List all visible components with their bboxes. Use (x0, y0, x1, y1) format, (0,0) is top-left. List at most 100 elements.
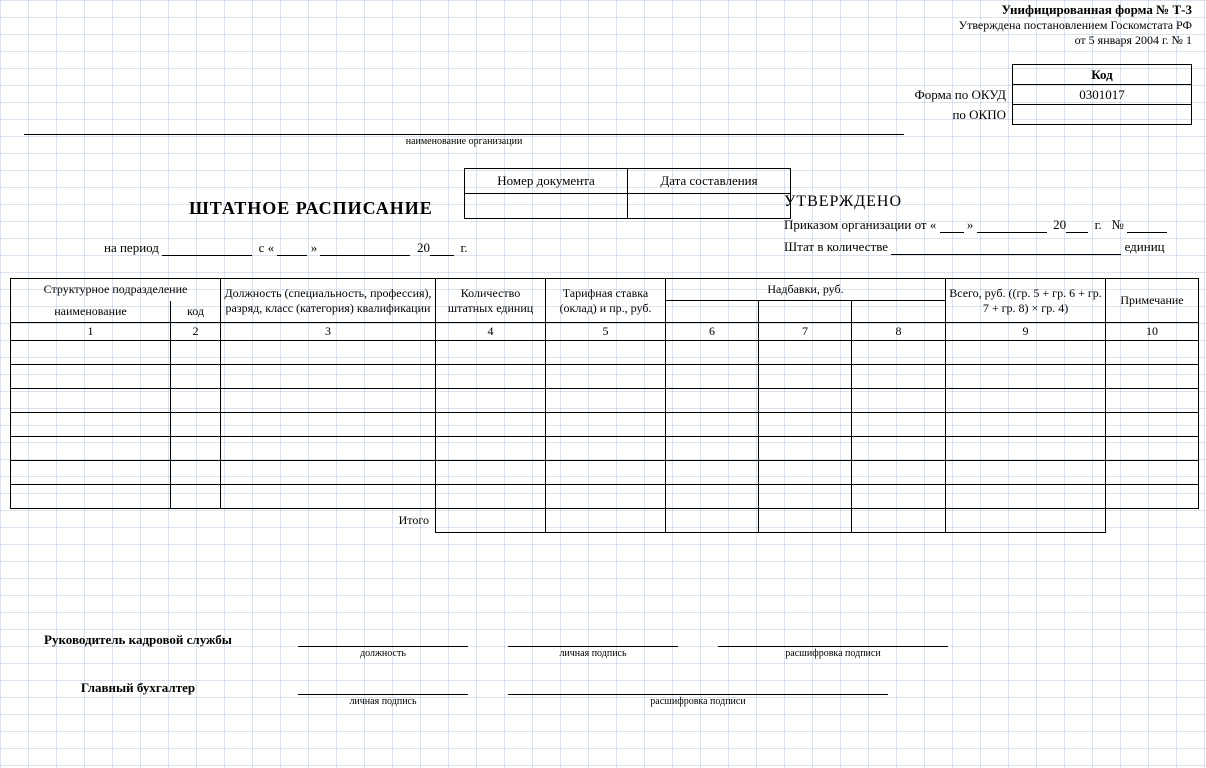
table-cell[interactable] (852, 437, 946, 461)
table-cell[interactable] (666, 485, 759, 509)
table-cell[interactable] (546, 485, 666, 509)
hr-position-field[interactable] (298, 644, 468, 647)
table-cell[interactable] (1106, 413, 1199, 437)
table-cell[interactable] (546, 437, 666, 461)
col-allow-1 (666, 301, 759, 323)
table-cell[interactable] (759, 485, 852, 509)
staff-count-field[interactable] (891, 254, 1121, 255)
table-cell[interactable] (759, 437, 852, 461)
table-cell[interactable] (546, 341, 666, 365)
approved-order-line: Приказом организации от « » 20 г. № (784, 217, 1206, 233)
table-cell[interactable] (221, 365, 436, 389)
table-cell[interactable] (11, 365, 171, 389)
table-cell[interactable] (946, 341, 1106, 365)
table-cell[interactable] (946, 485, 1106, 509)
okpo-value[interactable] (1013, 105, 1192, 125)
table-cell[interactable] (171, 437, 221, 461)
table-cell[interactable] (946, 365, 1106, 389)
table-cell[interactable] (1106, 341, 1199, 365)
itogo-qty[interactable] (436, 509, 546, 533)
table-cell[interactable] (546, 365, 666, 389)
table-cell[interactable] (171, 485, 221, 509)
table-cell[interactable] (221, 413, 436, 437)
table-cell[interactable] (11, 461, 171, 485)
table-cell[interactable] (11, 437, 171, 461)
table-cell[interactable] (221, 485, 436, 509)
itogo-rate[interactable] (546, 509, 666, 533)
table-cell[interactable] (171, 341, 221, 365)
table-cell[interactable] (759, 389, 852, 413)
table-cell[interactable] (852, 341, 946, 365)
colnum-6: 6 (666, 323, 759, 341)
table-cell[interactable] (11, 389, 171, 413)
table-cell[interactable] (11, 413, 171, 437)
table-cell[interactable] (436, 485, 546, 509)
table-cell[interactable] (1106, 365, 1199, 389)
table-cell[interactable] (1106, 461, 1199, 485)
period-month-field[interactable] (320, 255, 410, 256)
table-cell[interactable] (546, 461, 666, 485)
order-month-field[interactable] (977, 232, 1047, 233)
doc-date-field[interactable] (628, 194, 791, 219)
table-cell[interactable] (852, 485, 946, 509)
table-cell[interactable] (171, 413, 221, 437)
table-cell[interactable] (221, 389, 436, 413)
table-cell[interactable] (759, 365, 852, 389)
acc-sign-field[interactable] (298, 692, 468, 695)
table-cell[interactable] (666, 389, 759, 413)
table-cell[interactable] (221, 461, 436, 485)
table-cell[interactable] (759, 461, 852, 485)
table-cell[interactable] (11, 485, 171, 509)
table-cell[interactable] (852, 461, 946, 485)
table-cell[interactable] (436, 461, 546, 485)
table-cell[interactable] (759, 341, 852, 365)
table-cell[interactable] (171, 389, 221, 413)
table-cell[interactable] (666, 365, 759, 389)
cap-decipher-1: расшифровка подписи (718, 648, 948, 659)
hr-decipher-field[interactable] (718, 644, 948, 647)
table-cell[interactable] (1106, 389, 1199, 413)
table-cell[interactable] (852, 389, 946, 413)
table-cell[interactable] (436, 365, 546, 389)
doc-number-field[interactable] (465, 194, 628, 219)
table-cell[interactable] (436, 341, 546, 365)
table-cell[interactable] (946, 389, 1106, 413)
table-cell[interactable] (852, 365, 946, 389)
okud-value[interactable]: 0301017 (1013, 85, 1192, 105)
table-cell[interactable] (852, 413, 946, 437)
itogo-total[interactable] (946, 509, 1106, 533)
table-cell[interactable] (946, 437, 1106, 461)
colnum-9: 9 (946, 323, 1106, 341)
table-cell[interactable] (436, 437, 546, 461)
table-cell[interactable] (171, 365, 221, 389)
itogo-a3[interactable] (852, 509, 946, 533)
table-cell[interactable] (666, 413, 759, 437)
table-cell[interactable] (1106, 437, 1199, 461)
table-cell[interactable] (666, 341, 759, 365)
table-cell[interactable] (11, 341, 171, 365)
table-cell[interactable] (436, 389, 546, 413)
org-name-field[interactable] (24, 132, 904, 135)
table-cell[interactable] (546, 389, 666, 413)
itogo-a1[interactable] (666, 509, 759, 533)
period-value-field[interactable] (162, 255, 252, 256)
table-cell[interactable] (436, 413, 546, 437)
order-year-field[interactable] (1066, 232, 1088, 233)
table-cell[interactable] (546, 413, 666, 437)
table-cell[interactable] (221, 341, 436, 365)
period-day-field[interactable] (277, 255, 307, 256)
order-day-field[interactable] (940, 232, 964, 233)
table-cell[interactable] (666, 461, 759, 485)
hr-sign-field[interactable] (508, 644, 678, 647)
acc-decipher-field[interactable] (508, 692, 888, 695)
itogo-a2[interactable] (759, 509, 852, 533)
table-cell[interactable] (946, 461, 1106, 485)
table-cell[interactable] (946, 413, 1106, 437)
table-cell[interactable] (759, 413, 852, 437)
order-no-field[interactable] (1127, 232, 1167, 233)
table-cell[interactable] (171, 461, 221, 485)
table-cell[interactable] (1106, 485, 1199, 509)
table-cell[interactable] (221, 437, 436, 461)
table-cell[interactable] (666, 437, 759, 461)
period-year-field[interactable] (430, 255, 454, 256)
